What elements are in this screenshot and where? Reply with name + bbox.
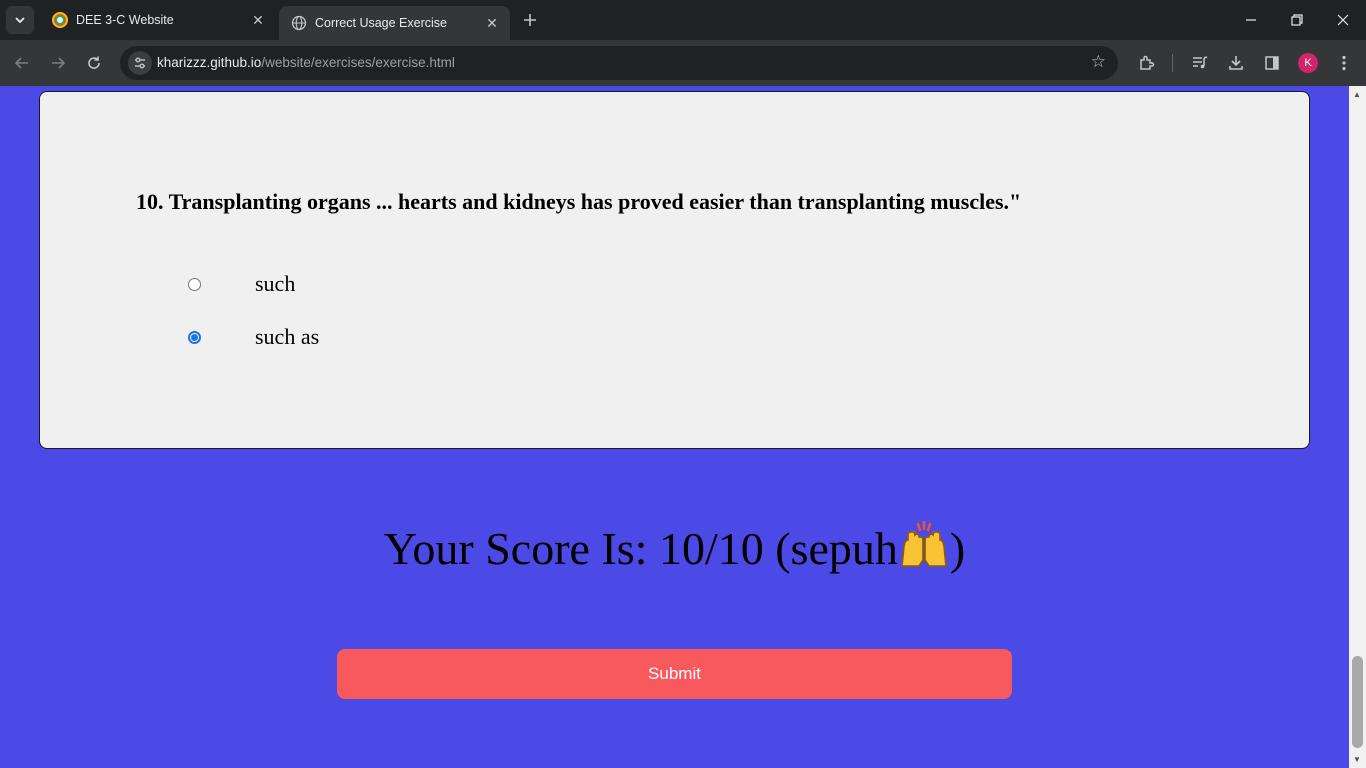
arrow-right-icon — [52, 57, 66, 69]
tab-strip: DEE 3-C Website ✕ Correct Usage Exercise… — [0, 0, 1366, 40]
chevron-down-icon — [15, 17, 25, 24]
back-button[interactable] — [10, 51, 34, 75]
score-text: Your Score Is: 10/10 (sepuh — [383, 523, 898, 574]
option-such[interactable]: such — [188, 270, 295, 298]
radio-button[interactable] — [188, 277, 201, 291]
tab-correct-usage-exercise[interactable]: Correct Usage Exercise ✕ — [279, 6, 510, 40]
score-display: Your Score Is: 10/10 (sepuh ) — [0, 520, 1349, 575]
forward-button[interactable] — [46, 51, 70, 75]
arrow-left-icon — [14, 57, 28, 69]
tab-title: Correct Usage Exercise — [315, 16, 447, 30]
reload-icon — [88, 56, 100, 69]
close-icon — [1337, 14, 1349, 26]
close-window-button[interactable] — [1320, 0, 1366, 40]
page-scrollbar[interactable]: ▲ ▼ — [1349, 86, 1366, 768]
close-tab-icon[interactable]: ✕ — [484, 15, 500, 31]
radio-button-selected[interactable] — [188, 330, 201, 344]
url-path: /website/exercises/exercise.html — [261, 55, 455, 70]
plus-icon — [524, 14, 536, 26]
globe-icon — [291, 15, 307, 31]
url-text[interactable]: kharizzz.github.io/website/exercises/exe… — [157, 55, 455, 70]
url-host: kharizzz.github.io — [157, 55, 262, 70]
restore-button[interactable] — [1274, 0, 1320, 40]
bookmark-star-icon[interactable]: ☆ — [1091, 52, 1106, 72]
tab-dee-website[interactable]: DEE 3-C Website ✕ — [40, 0, 276, 40]
address-bar[interactable]: kharizzz.github.io/website/exercises/exe… — [120, 46, 1118, 80]
radio-dot — [191, 333, 198, 341]
new-tab-button[interactable] — [518, 8, 542, 32]
site-favicon-icon — [52, 12, 68, 28]
puzzle-icon — [1140, 55, 1155, 70]
option-label: such as — [255, 324, 320, 349]
download-icon — [1229, 56, 1243, 70]
more-vertical-icon — [1342, 55, 1346, 71]
minimize-icon — [1246, 19, 1256, 21]
tab-search-button[interactable] — [6, 6, 34, 34]
scroll-down-arrow-icon[interactable]: ▼ — [1353, 755, 1361, 764]
downloads-button[interactable] — [1224, 51, 1248, 75]
queue-music-icon — [1193, 56, 1208, 69]
media-control-button[interactable] — [1188, 51, 1212, 75]
tab-title: DEE 3-C Website — [76, 13, 174, 27]
side-panel-icon — [1265, 56, 1279, 70]
menu-button[interactable] — [1332, 51, 1356, 75]
side-panel-button[interactable] — [1260, 51, 1284, 75]
extensions-button[interactable] — [1135, 51, 1159, 75]
site-info-button[interactable] — [128, 51, 152, 75]
scroll-up-arrow-icon[interactable]: ▲ — [1353, 90, 1361, 99]
scroll-thumb[interactable] — [1352, 656, 1363, 748]
option-label: such — [255, 271, 296, 296]
minimize-button[interactable] — [1228, 0, 1274, 40]
score-suffix: ) — [949, 523, 966, 574]
page-viewport: 10. Transplanting organs ... hearts and … — [0, 86, 1349, 768]
reload-button[interactable] — [82, 51, 106, 75]
submit-button[interactable]: Submit — [337, 649, 1012, 699]
question-card: 10. Transplanting organs ... hearts and … — [39, 91, 1310, 449]
restore-icon — [1291, 14, 1303, 26]
profile-avatar[interactable]: K — [1298, 53, 1318, 73]
question-text: 10. Transplanting organs ... hearts and … — [136, 189, 1022, 214]
tune-icon — [135, 57, 145, 69]
close-tab-icon[interactable]: ✕ — [250, 12, 266, 28]
raising-hands-icon — [898, 520, 950, 568]
toolbar-separator — [1172, 54, 1173, 72]
option-such-as[interactable]: such as — [188, 323, 319, 351]
